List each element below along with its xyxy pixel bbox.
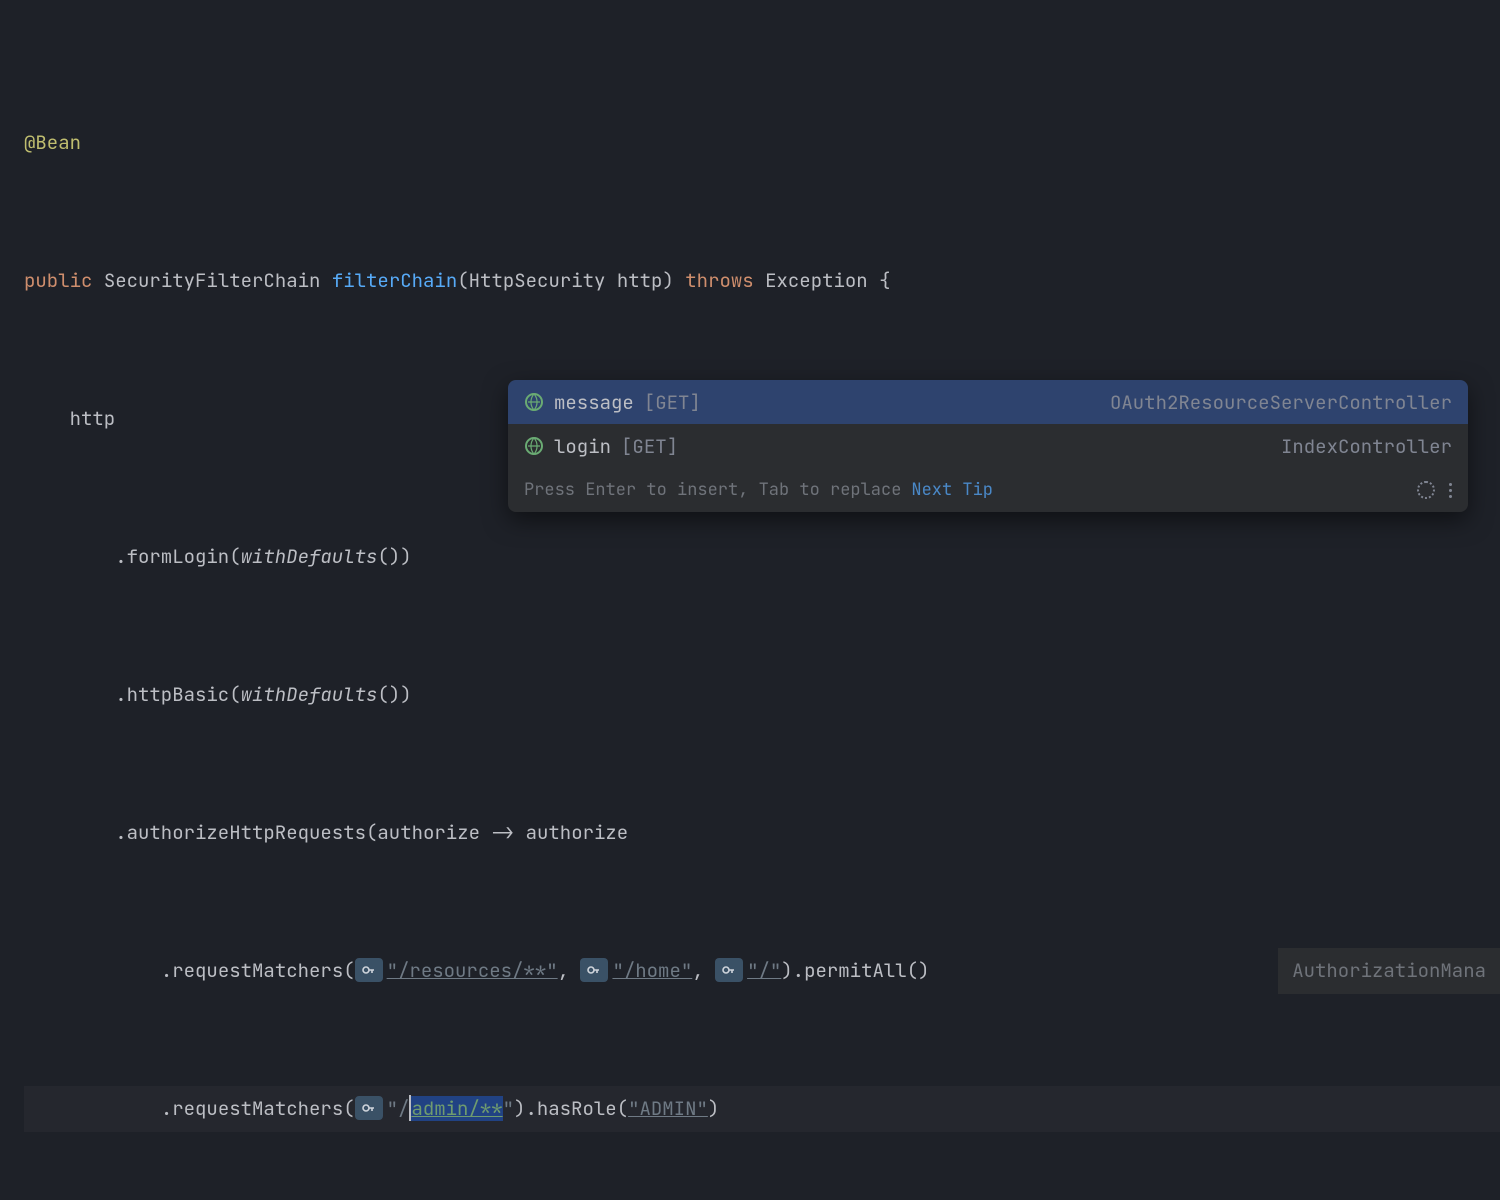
completion-origin: IndexController <box>1281 434 1452 459</box>
exception-type: Exception <box>765 268 868 293</box>
param-type: HttpSecurity <box>469 268 606 293</box>
footer-hint: Press Enter to insert, Tab to replace <box>524 479 901 501</box>
completion-method: [GET] <box>621 434 678 459</box>
keyword-public: public <box>24 268 92 293</box>
more-options-icon[interactable] <box>1449 483 1452 498</box>
inlay-hint: AuthorizationMana <box>1278 948 1500 994</box>
loading-spinner-icon <box>1417 481 1435 499</box>
code-line: @Bean <box>24 120 1500 166</box>
code-line-active: .requestMatchers("/admin/**").hasRole("A… <box>24 1086 1500 1132</box>
key-icon <box>715 958 743 982</box>
key-icon <box>355 958 383 982</box>
text-cursor <box>409 1095 411 1121</box>
endpoint-icon <box>524 392 544 412</box>
code-line: public SecurityFilterChain filterChain(H… <box>24 258 1500 304</box>
completion-label: login <box>554 434 611 459</box>
code-line: .httpBasic(withDefaults()) <box>24 672 1500 718</box>
key-icon <box>580 958 608 982</box>
completion-item[interactable]: login [GET] IndexController <box>508 424 1468 468</box>
method-name: filterChain <box>332 268 457 293</box>
completion-method: [GET] <box>644 390 701 415</box>
code-line: .formLogin(withDefaults()) <box>24 534 1500 580</box>
code-line: .authorizeHttpRequests(authorize -> auth… <box>24 810 1500 856</box>
variable: http <box>70 406 116 431</box>
param-name: http <box>617 268 663 293</box>
annotation: @Bean <box>24 130 81 155</box>
endpoint-icon <box>524 436 544 456</box>
next-tip-link[interactable]: Next Tip <box>911 479 993 501</box>
code-line: .requestMatchers("/resources/**", "/home… <box>24 948 1500 994</box>
keyword-throws: throws <box>685 268 753 293</box>
code-editor[interactable]: @Bean public SecurityFilterChain filterC… <box>0 0 1500 1200</box>
completion-footer: Press Enter to insert, Tab to replace Ne… <box>508 468 1468 512</box>
key-icon <box>355 1096 383 1120</box>
completion-item[interactable]: message [GET] OAuth2ResourceServerContro… <box>508 380 1468 424</box>
completion-origin: OAuth2ResourceServerController <box>1110 390 1452 415</box>
completion-label: message <box>554 390 634 415</box>
type: SecurityFilterChain <box>104 268 321 293</box>
completion-popup[interactable]: message [GET] OAuth2ResourceServerContro… <box>508 380 1468 512</box>
